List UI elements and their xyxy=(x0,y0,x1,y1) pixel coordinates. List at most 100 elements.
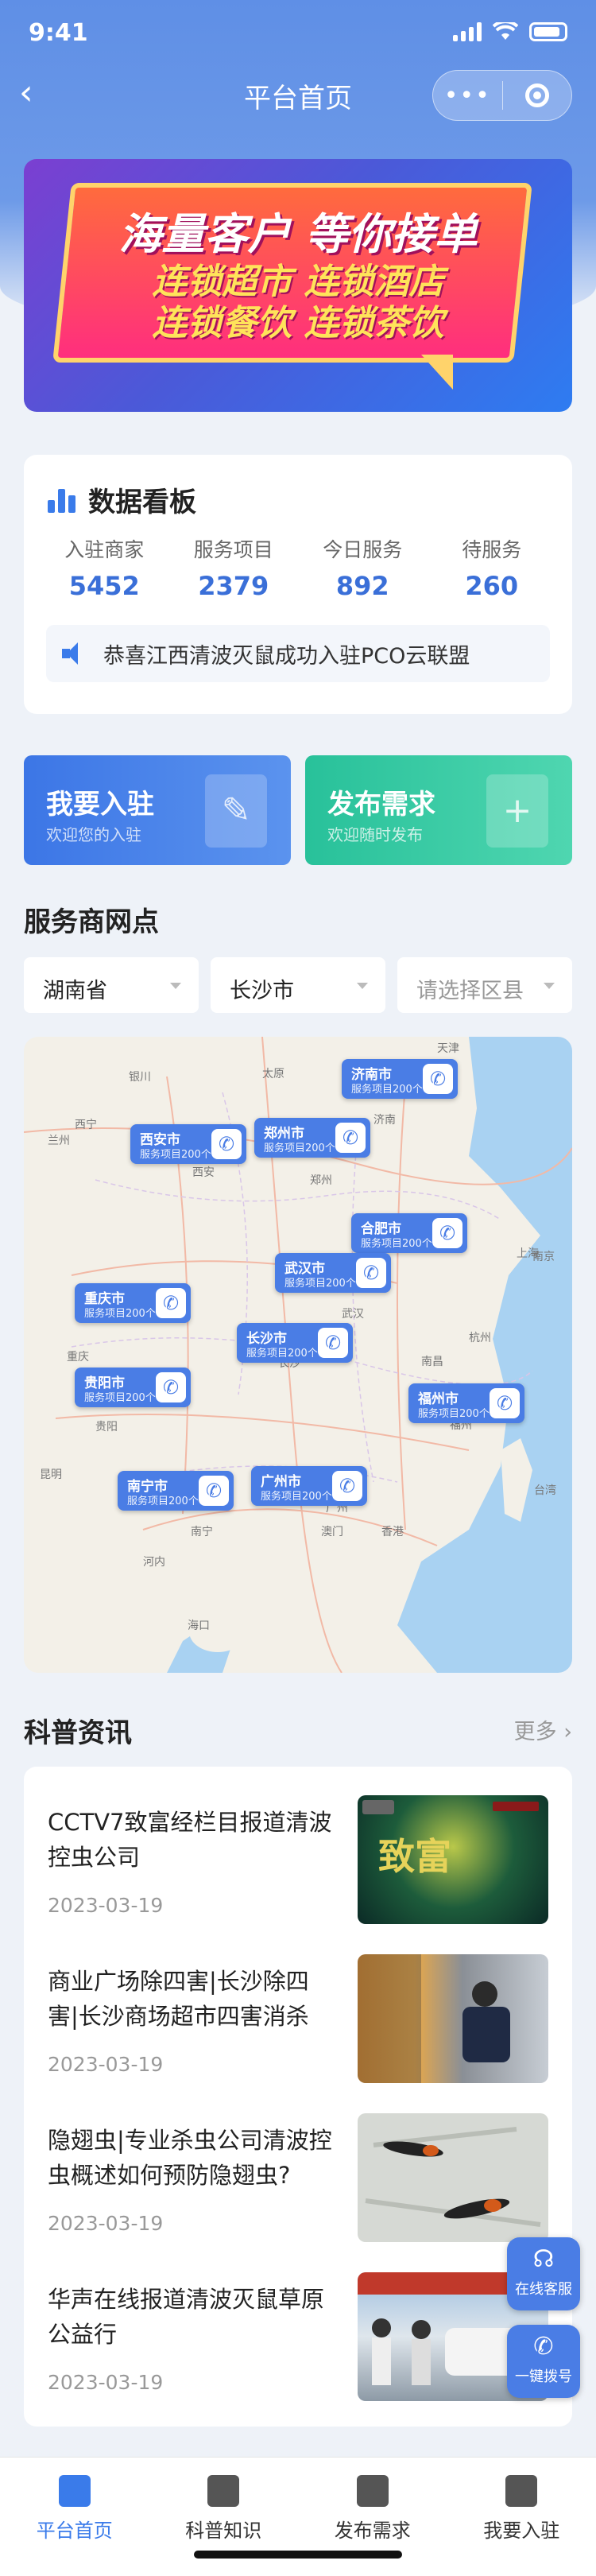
data-dashboard-card: 数据看板 入驻商家 5452 服务项目 2379 今日服务 892 待服务 26… xyxy=(24,455,572,714)
map-pin-guiyang[interactable]: 贵阳市 服务项目200个 ✆ xyxy=(75,1368,191,1407)
tab-join[interactable]: 我要入驻 xyxy=(447,2458,596,2576)
join-subtitle: 欢迎您的入驻 xyxy=(46,825,141,844)
news-item[interactable]: 华声在线报道清波灭鼠草原公益行 2023-03-19 xyxy=(48,2269,548,2404)
map-city-label: 银川 xyxy=(129,1071,151,1084)
dashboard-header: 数据看板 xyxy=(48,480,196,519)
city-value: 长沙市 xyxy=(230,979,294,1003)
map-pin-zhengzhou[interactable]: 郑州市 服务项目200个 ✆ xyxy=(254,1118,370,1158)
stat-value: 892 xyxy=(335,571,389,601)
map-city-label: 西安 xyxy=(192,1166,215,1179)
svg-text:致富: 致富 xyxy=(378,1835,451,1878)
map-pin-guangzhou[interactable]: 广州市 服务项目200个 ✆ xyxy=(251,1466,367,1506)
book-icon xyxy=(207,2475,240,2507)
map-city-label: 上海 xyxy=(517,1247,539,1260)
map-city-label: 太原 xyxy=(262,1068,284,1080)
more-menu-icon[interactable]: ••• xyxy=(433,82,502,110)
map-city-label: 河内 xyxy=(143,1556,165,1569)
news-section-title: 科普资讯 xyxy=(24,1717,132,1749)
one-click-call-button[interactable]: ✆ 一键拨号 xyxy=(507,2325,580,2398)
close-program-button[interactable] xyxy=(503,83,572,107)
map-city-label: 杭州 xyxy=(469,1332,491,1344)
publish-subtitle: 欢迎随时发布 xyxy=(327,825,423,844)
city-select[interactable]: 长沙市 xyxy=(211,957,385,1013)
district-select[interactable]: 请选择区县 xyxy=(397,957,572,1013)
phone-icon[interactable]: ✆ xyxy=(156,1372,186,1402)
phone-icon[interactable]: ✆ xyxy=(335,1123,366,1153)
speaker-icon xyxy=(62,642,87,665)
news-item[interactable]: 商业广场除四害|长沙除四害|长沙商场超市四害消杀 2023-03-19 xyxy=(48,1951,548,2086)
map-pin-chongqing[interactable]: 重庆市 服务项目200个 ✆ xyxy=(75,1283,191,1323)
map-city-label: 台湾 xyxy=(534,1484,556,1497)
phone-icon[interactable]: ✆ xyxy=(356,1258,386,1288)
one-click-call-label: 一键拨号 xyxy=(515,2368,572,2385)
map-pin-nanning[interactable]: 南宁市 服务项目200个 ✆ xyxy=(118,1471,234,1511)
stat-value: 260 xyxy=(465,571,519,601)
mini-program-capsule: ••• xyxy=(432,70,572,121)
map-city-label: 济南 xyxy=(373,1114,396,1127)
province-select[interactable]: 湖南省 xyxy=(24,957,199,1013)
map-city-label: 昆明 xyxy=(40,1468,62,1481)
notice-bar[interactable]: 恭喜江西清波灭鼠成功入驻PCO云联盟 xyxy=(46,625,550,682)
phone-icon[interactable]: ✆ xyxy=(332,1471,362,1501)
news-item[interactable]: 隐翅虫|专业杀虫公司清波控虫概述如何预防隐翅虫? 2023-03-19 xyxy=(48,2110,548,2245)
stat-value: 2379 xyxy=(198,571,269,601)
stat-label: 今日服务 xyxy=(323,538,403,561)
map-pin-wuhan[interactable]: 武汉市 服务项目200个 ✆ xyxy=(275,1253,391,1293)
dropdown-arrow-icon xyxy=(357,983,368,989)
news-title: 隐翅虫|专业杀虫公司清波控虫概述如何预防隐翅虫? xyxy=(48,2127,332,2189)
publish-title: 发布需求 xyxy=(327,789,435,821)
news-title: CCTV7致富经栏目报道清波控虫公司 xyxy=(48,1809,332,1871)
phone-icon[interactable]: ✆ xyxy=(318,1328,348,1358)
dropdown-arrow-icon xyxy=(544,983,555,989)
map-city-label: 重庆 xyxy=(67,1351,89,1364)
stat-services: 服务项目 2379 xyxy=(169,534,299,601)
headset-icon: ☊ xyxy=(532,2245,555,2273)
map-pin-changsha[interactable]: 长沙市 服务项目200个 ✆ xyxy=(237,1323,353,1363)
phone-icon[interactable]: ✆ xyxy=(199,1476,229,1506)
edit-document-icon xyxy=(505,2475,538,2507)
stat-merchants: 入驻商家 5452 xyxy=(40,534,169,601)
news-date: 2023-03-19 xyxy=(48,1894,164,1917)
stat-label: 入驻商家 xyxy=(64,538,145,561)
news-thumbnail xyxy=(358,1954,548,2083)
publish-demand-button[interactable]: 发布需求 欢迎随时发布 + xyxy=(305,755,572,865)
online-service-button[interactable]: ☊ 在线客服 xyxy=(507,2237,580,2310)
target-icon xyxy=(524,83,549,107)
news-more-link[interactable]: 更多 › xyxy=(514,1714,572,1745)
promo-banner[interactable]: 海量客户 等你接单 连锁超市 连锁酒店 连锁餐饮 连锁茶饮 xyxy=(24,159,572,412)
online-service-label: 在线客服 xyxy=(515,2281,572,2298)
map-city-label: 澳门 xyxy=(321,1526,343,1538)
map-city-label: 兰州 xyxy=(48,1135,70,1147)
banner-line-3: 连锁餐饮 连锁茶饮 xyxy=(152,303,444,343)
service-map[interactable]: 天津太原银川兰州西宁济南郑州西安合肥武汉南京上海杭州重庆长沙南昌贵阳福州昆明南宁… xyxy=(24,1037,572,1673)
map-city-label: 南宁 xyxy=(191,1526,213,1538)
news-list-card: CCTV7致富经栏目报道清波控虫公司 2023-03-19 致富 商业广场除四害… xyxy=(24,1767,572,2427)
district-placeholder: 请选择区县 xyxy=(416,979,524,1003)
map-city-label: 贵阳 xyxy=(95,1421,118,1433)
news-thumbnail: 致富 xyxy=(358,1795,548,1924)
phone-icon[interactable]: ✆ xyxy=(211,1129,242,1159)
tab-label: 科普知识 xyxy=(185,2520,262,2542)
tab-home[interactable]: 平台首页 xyxy=(0,2458,149,2576)
join-title: 我要入驻 xyxy=(46,789,154,821)
map-city-label: 天津 xyxy=(437,1042,459,1055)
phone-icon[interactable]: ✆ xyxy=(156,1288,186,1318)
service-points-title: 服务商网点 xyxy=(24,906,159,938)
phone-icon[interactable]: ✆ xyxy=(423,1064,453,1094)
dropdown-arrow-icon xyxy=(170,983,181,989)
news-item[interactable]: CCTV7致富经栏目报道清波控虫公司 2023-03-19 致富 xyxy=(48,1792,548,1927)
tab-label: 发布需求 xyxy=(334,2520,411,2542)
map-pin-xian[interactable]: 西安市 服务项目200个 ✆ xyxy=(130,1124,246,1164)
map-pin-jinan[interactable]: 济南市 服务项目200个 ✆ xyxy=(342,1059,458,1099)
phone-icon[interactable]: ✆ xyxy=(490,1388,520,1418)
news-date: 2023-03-19 xyxy=(48,2212,164,2235)
stat-value: 5452 xyxy=(68,571,140,601)
status-bar: 9:41 xyxy=(0,0,596,70)
join-button[interactable]: 我要入驻 欢迎您的入驻 ✎ xyxy=(24,755,291,865)
map-pin-fuzhou[interactable]: 福州市 服务项目200个 ✆ xyxy=(408,1383,524,1423)
stats-row: 入驻商家 5452 服务项目 2379 今日服务 892 待服务 260 xyxy=(40,534,556,601)
map-pin-hefei[interactable]: 合肥市 服务项目200个 ✆ xyxy=(351,1213,467,1253)
home-icon xyxy=(58,2475,91,2507)
stat-today: 今日服务 892 xyxy=(298,534,428,601)
phone-icon[interactable]: ✆ xyxy=(432,1218,462,1248)
